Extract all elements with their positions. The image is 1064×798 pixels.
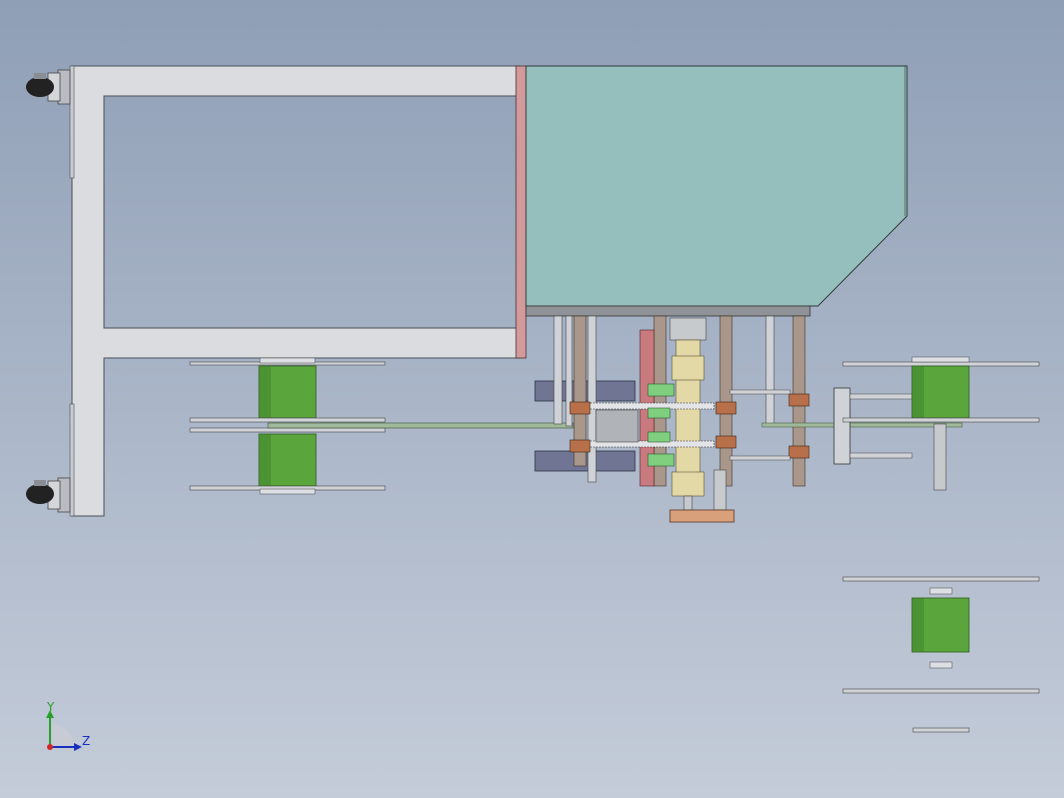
triad-y-label: Y [46,700,55,714]
coordinate-triad-icon [46,710,82,751]
cad-viewport[interactable]: Y Z [0,0,1064,798]
caster-wheel-icon [26,477,71,513]
film-strip [267,422,574,429]
exploded-spool-part[interactable] [842,576,1040,733]
triad-z-label: Z [82,734,90,748]
cad-drawing: Y Z [26,65,1040,751]
feed-mechanism[interactable] [534,315,810,523]
caster-wheel-icon [26,69,71,105]
hopper-cabinet[interactable] [515,65,908,359]
